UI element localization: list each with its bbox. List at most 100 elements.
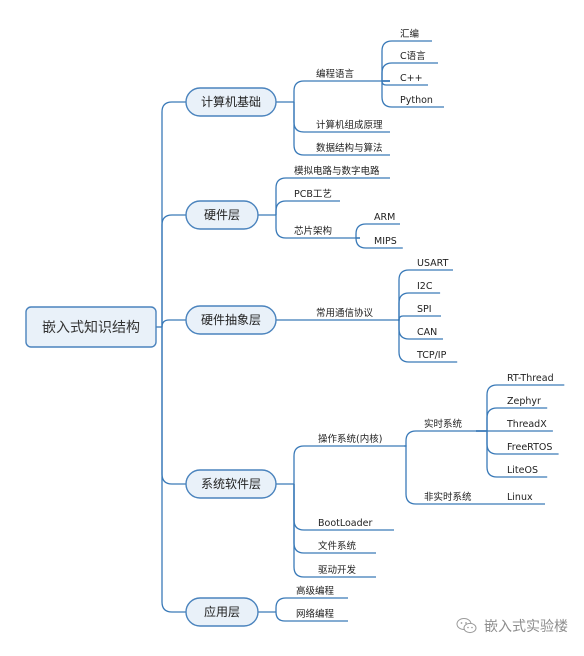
subtopic-node[interactable]: ARM <box>370 212 400 225</box>
branch-label: 应用层 <box>204 604 240 619</box>
leaf-node[interactable]: ThreadX <box>503 419 553 432</box>
connector <box>275 597 292 612</box>
root-label: 嵌入式知识结构 <box>42 319 140 336</box>
topic-node[interactable]: 驱动开发 <box>314 564 376 578</box>
leaf-node[interactable]: RT-Thread <box>503 373 565 386</box>
branch-node[interactable]: 应用层 <box>185 597 259 627</box>
connector <box>275 611 292 622</box>
topic-node[interactable]: PCB工艺 <box>290 189 340 202</box>
subtopic-node-label: C语言 <box>400 50 426 62</box>
topic-node[interactable]: 计算机组成原理 <box>312 119 390 133</box>
subtopic-node-label: ARM <box>374 212 395 223</box>
topic-node[interactable]: 芯片架构 <box>290 225 360 239</box>
branch-node[interactable]: 硬件抽象层 <box>185 305 277 335</box>
subtopic-node-label: I2C <box>417 281 433 292</box>
leaf-node-label: FreeRTOS <box>507 442 552 453</box>
branch-node[interactable]: 系统软件层 <box>185 469 277 499</box>
leaf-node[interactable]: FreeRTOS <box>503 442 559 455</box>
leaf-node[interactable]: Linux <box>503 492 545 505</box>
subtopic-node-label: 汇编 <box>400 28 419 40</box>
connector <box>476 407 503 432</box>
topic-node-label: 文件系统 <box>318 540 357 552</box>
topic-node-label: 常用通信协议 <box>316 307 374 319</box>
connector <box>398 319 413 363</box>
connector <box>161 319 186 328</box>
connector <box>355 223 370 239</box>
connector <box>404 430 420 447</box>
topic-node-label: 数据结构与算法 <box>316 142 383 154</box>
topic-node-label: 模拟电路与数字电路 <box>294 165 380 177</box>
connector <box>398 319 413 340</box>
connector <box>381 40 396 82</box>
nodes: 嵌入式知识结构 计算机基础 编程语言 汇编 C语言 C++ Python 计算机组成原理数据结… <box>25 28 565 627</box>
subtopic-node-label: CAN <box>417 327 437 338</box>
topic-node[interactable]: 编程语言 <box>312 68 390 82</box>
branch-label: 硬件层 <box>204 208 240 222</box>
connector <box>293 80 312 102</box>
wechat-icon <box>456 618 477 634</box>
subtopic-node[interactable]: 汇编 <box>396 28 432 42</box>
watermark: 嵌入式实验楼 <box>456 616 568 636</box>
subtopic-node-label: 实时系统 <box>424 418 463 430</box>
branch-node[interactable]: 计算机基础 <box>185 87 277 117</box>
topic-node-label: 驱动开发 <box>318 564 357 576</box>
subtopic-node-label: TCP/IP <box>416 350 447 361</box>
topic-node-label: 计算机组成原理 <box>316 119 383 131</box>
topic-node-label: BootLoader <box>318 518 373 529</box>
subtopic-node[interactable]: SPI <box>413 304 441 317</box>
mind-map: 嵌入式知识结构 计算机基础 编程语言 汇编 C语言 C++ Python 计算机组成原理数据结… <box>25 28 565 627</box>
subtopic-node[interactable]: TCP/IP <box>413 350 458 363</box>
leaf-node-label: Linux <box>507 492 533 503</box>
connector <box>161 214 186 327</box>
leaf-node-label: RT-Thread <box>507 373 554 384</box>
connector <box>293 484 314 531</box>
leaf-node[interactable]: Zephyr <box>503 396 548 409</box>
connector <box>293 484 314 554</box>
branch-label: 计算机基础 <box>201 94 261 109</box>
subtopic-node-label: SPI <box>417 304 432 315</box>
connector <box>293 445 314 484</box>
leaf-node[interactable]: LiteOS <box>503 465 548 478</box>
root-node[interactable]: 嵌入式知识结构 <box>25 306 157 348</box>
connector <box>476 430 503 455</box>
connector <box>293 102 312 133</box>
topic-node[interactable]: 常用通信协议 <box>312 307 398 321</box>
connector <box>355 237 370 249</box>
watermark-label: 嵌入式实验楼 <box>484 619 568 635</box>
subtopic-node[interactable]: 实时系统 <box>420 418 476 432</box>
subtopic-node-label: C++ <box>400 73 423 84</box>
connector <box>381 62 396 82</box>
subtopic-node-label: Python <box>400 95 433 106</box>
connector <box>275 177 290 215</box>
connector <box>161 327 186 613</box>
subtopic-node-label: 非实时系统 <box>424 491 472 503</box>
subtopic-node[interactable]: C++ <box>396 73 428 86</box>
subtopic-node[interactable]: I2C <box>413 281 441 294</box>
branch-label: 系统软件层 <box>201 477 261 491</box>
subtopic-node[interactable]: MIPS <box>370 236 403 249</box>
topic-node-label: PCB工艺 <box>294 189 332 200</box>
leaf-node-label: Zephyr <box>507 396 541 407</box>
topic-node-label: 操作系统(内核) <box>318 433 382 445</box>
topic-node[interactable]: 网络编程 <box>292 608 348 622</box>
topic-node[interactable]: 文件系统 <box>314 540 376 554</box>
subtopic-node-label: USART <box>417 258 449 269</box>
topic-node[interactable]: 操作系统(内核) <box>314 433 404 447</box>
topic-node[interactable]: 数据结构与算法 <box>312 142 390 156</box>
connector <box>404 445 420 505</box>
topic-node[interactable]: 高级编程 <box>292 585 348 599</box>
connector <box>275 200 290 215</box>
connector <box>275 215 290 239</box>
subtopic-node[interactable]: C语言 <box>396 50 438 64</box>
topic-node-label: 网络编程 <box>296 608 335 620</box>
branch-node[interactable]: 硬件层 <box>185 200 259 230</box>
connector <box>293 102 312 156</box>
subtopic-node[interactable]: CAN <box>413 327 443 340</box>
subtopic-node-label: MIPS <box>374 236 397 247</box>
subtopic-node[interactable]: Python <box>396 95 444 108</box>
topic-node[interactable]: BootLoader <box>314 518 394 531</box>
subtopic-node[interactable]: USART <box>413 258 453 271</box>
connector <box>398 315 413 321</box>
topic-node[interactable]: 模拟电路与数字电路 <box>290 165 390 179</box>
subtopic-node[interactable]: 非实时系统 <box>420 491 484 505</box>
